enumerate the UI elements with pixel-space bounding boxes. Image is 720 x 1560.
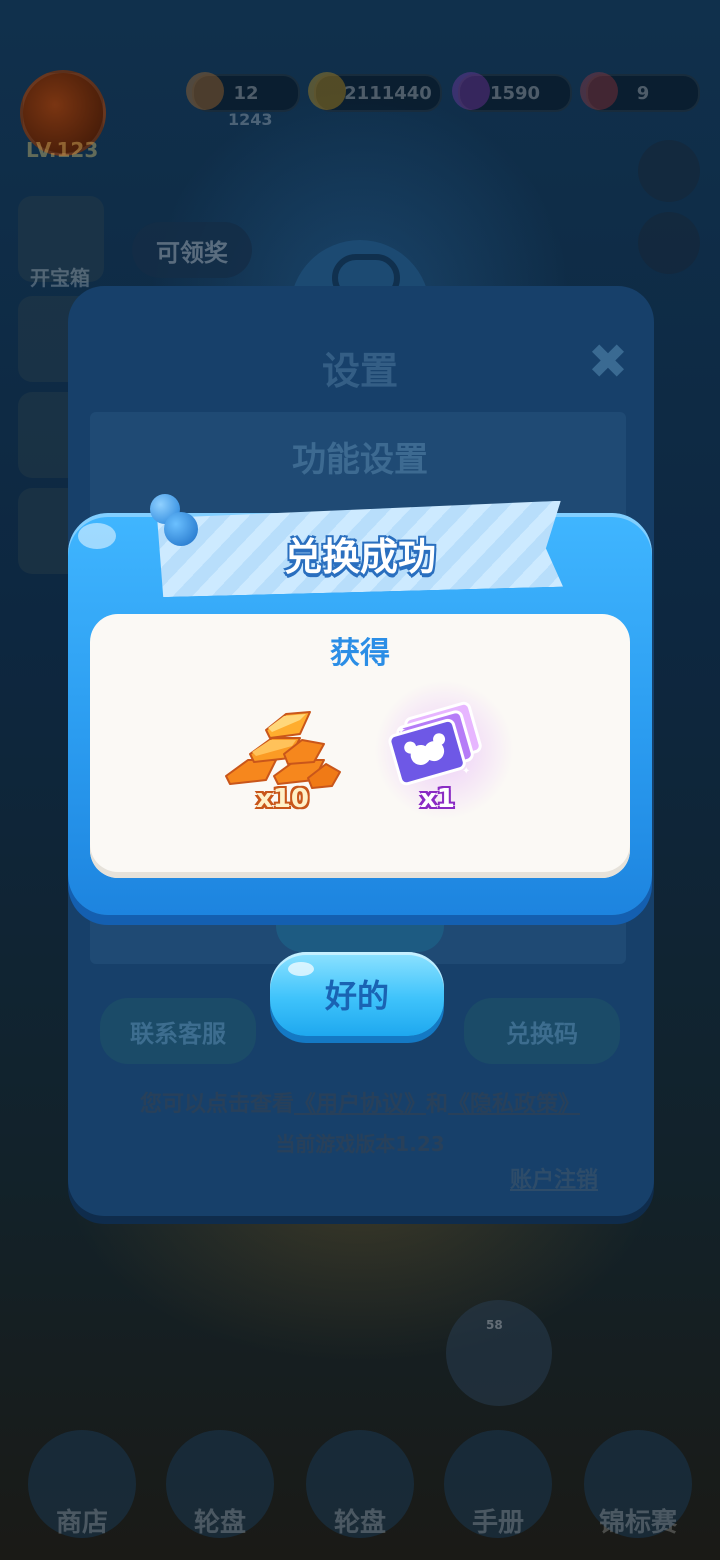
dialog-title: 兑换成功 [283, 535, 436, 579]
obtain-label: 获得 [330, 636, 390, 671]
side-button-second [638, 212, 700, 274]
ticket-icon [580, 72, 618, 110]
redeem-code-button[interactable]: 兑换码 [464, 998, 620, 1064]
stage-number: 1243 [228, 110, 273, 129]
nav-tournament-label: 锦标赛 [598, 1508, 677, 1538]
gem-value: 1590 [489, 82, 541, 104]
nav-handbook-label: 手册 [471, 1508, 524, 1538]
game-version: 当前游戏版本1.23 [275, 1132, 445, 1156]
claim-reward-bubble: 可领奖 [132, 222, 252, 278]
svg-text:✦: ✦ [396, 723, 406, 737]
dialog-gloss [78, 523, 116, 549]
coin-value: 2111440 [344, 82, 432, 104]
privacy-policy-link[interactable]: 《隐私政策》 [448, 1092, 580, 1117]
ok-button-gloss [288, 962, 314, 976]
nav-wheel-2-label: 轮盘 [333, 1508, 386, 1538]
energy-counter: 12 [186, 72, 300, 112]
nav-shop-label: 商店 [55, 1508, 108, 1538]
energy-value: 12 [233, 82, 259, 104]
coin-icon [308, 72, 346, 110]
policy-and: 和 [426, 1092, 449, 1117]
side-button-top [638, 140, 700, 202]
policy-text: 您可以点击查看《用户协议》和《隐私政策》 [0, 1086, 720, 1118]
gold-reward-count: x10 [256, 784, 309, 814]
ticket-value: 9 [636, 82, 650, 104]
treasure-chest-caption: 开宝箱 [30, 266, 90, 290]
center-event-label: 58 [486, 1318, 503, 1332]
gem-counter: 1590 [452, 72, 572, 112]
contact-support-button[interactable]: 联系客服 [100, 998, 256, 1064]
energy-icon [186, 72, 224, 110]
svg-text:✦: ✦ [462, 766, 470, 777]
gem-icon [452, 72, 490, 110]
coin-counter: 2111440 [308, 72, 442, 112]
settings-section-title: 功能设置 [292, 440, 428, 480]
ok-button-label: 好的 [324, 977, 389, 1015]
center-event-button [446, 1300, 552, 1406]
gold-bars-icon [225, 711, 341, 789]
settings-close-icon[interactable]: ✖ [582, 336, 634, 388]
policy-prefix: 您可以点击查看 [139, 1092, 294, 1117]
pushpin-base [164, 512, 198, 546]
account-cancel-link[interactable]: 账户注销 [510, 1162, 598, 1194]
card-pack-icon: ✦ ✦ [388, 701, 482, 786]
user-agreement-link[interactable]: 《用户协议》 [294, 1092, 426, 1117]
nav-wheel-label: 轮盘 [193, 1508, 246, 1538]
card-reward-count: x1 [420, 784, 455, 814]
ok-button[interactable]: 好的 [270, 952, 444, 1036]
player-level: LV.123 [26, 138, 99, 162]
ticket-counter: 9 [580, 72, 700, 112]
